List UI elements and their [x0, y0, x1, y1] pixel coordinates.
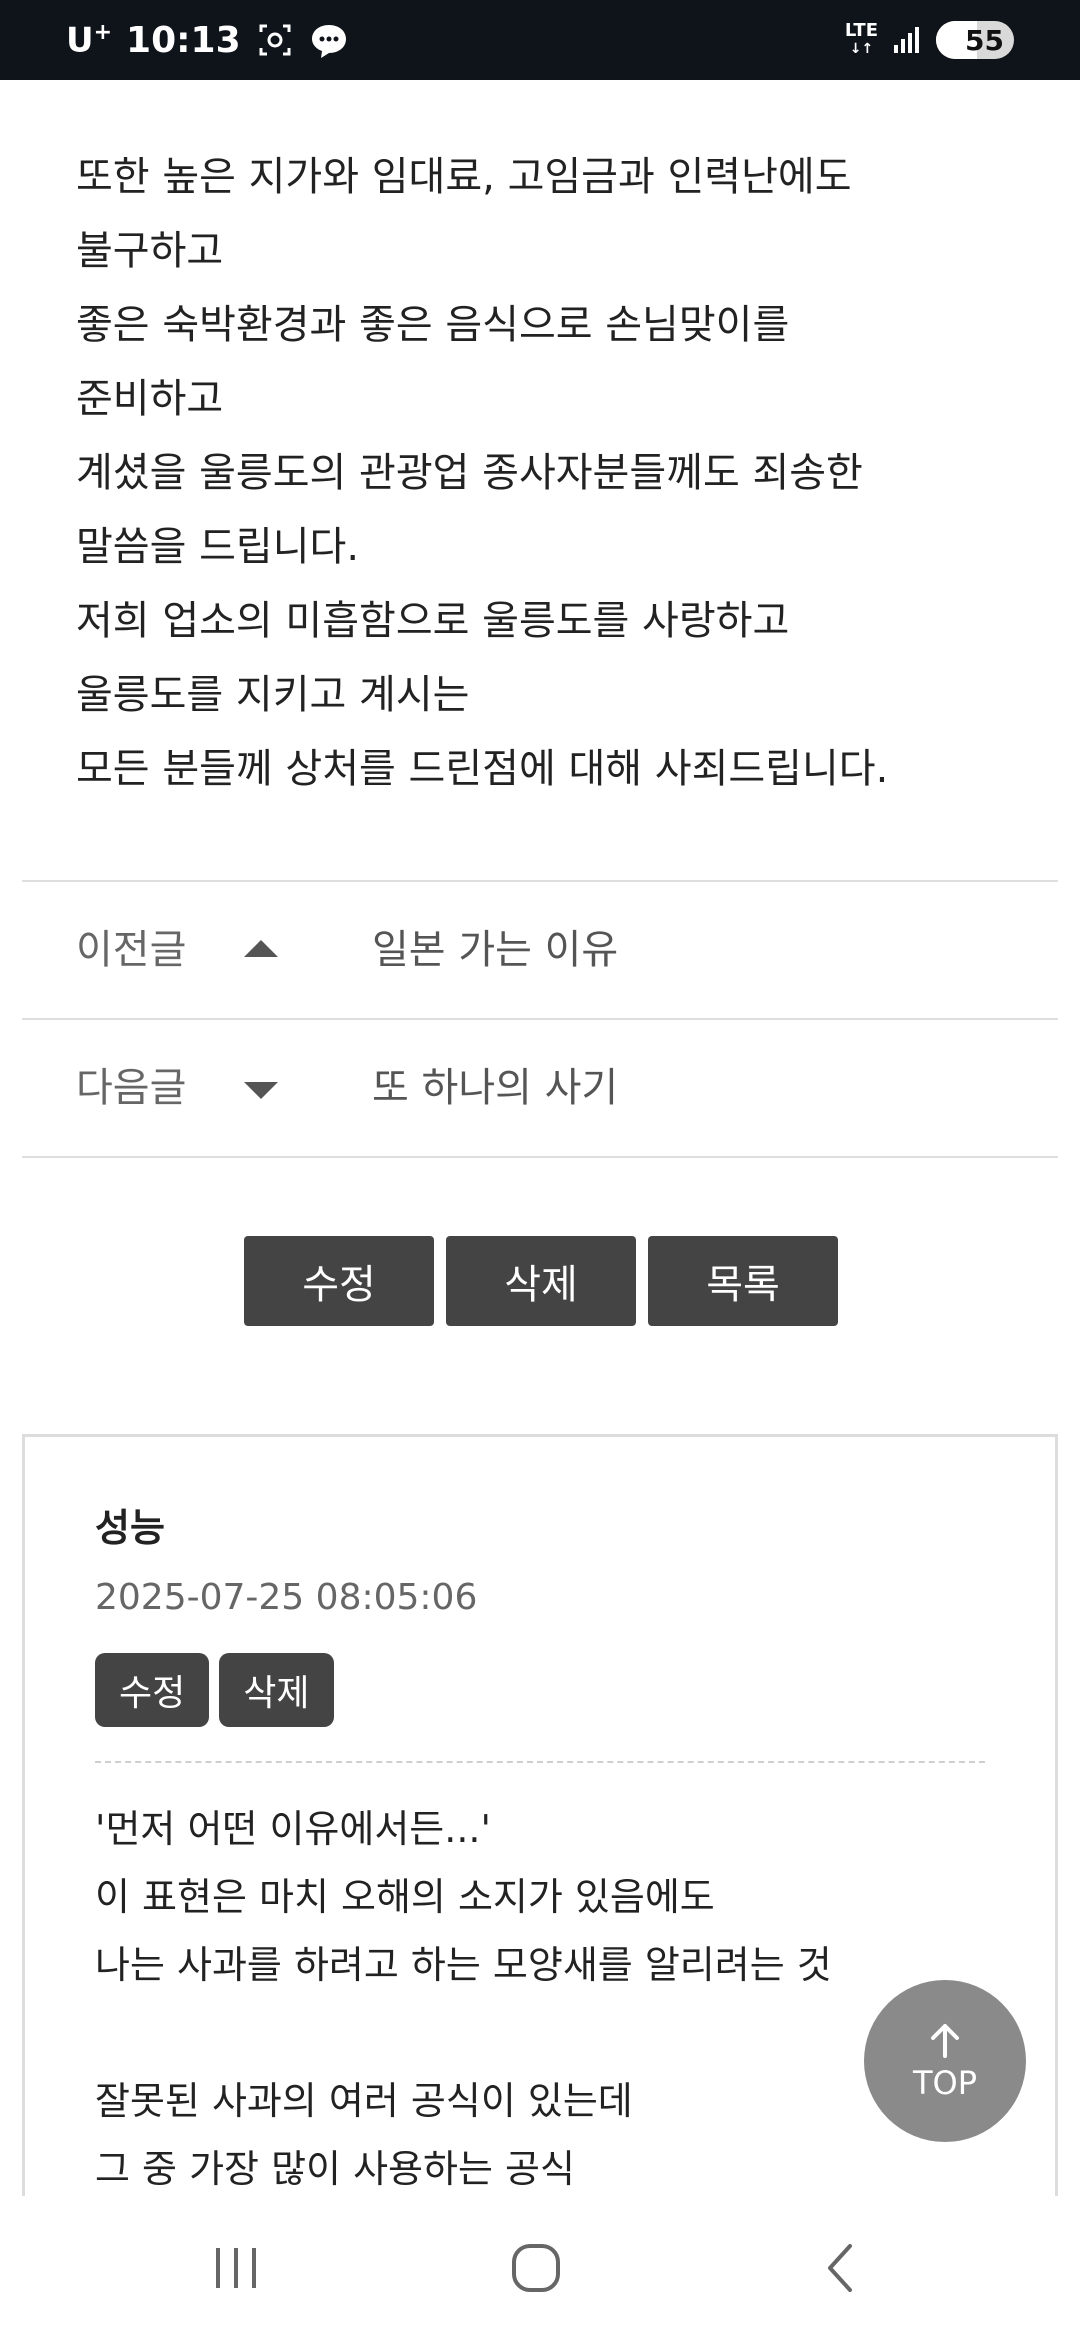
clock: 10:13 — [126, 19, 241, 61]
caret-down-icon — [244, 1082, 278, 1099]
comment-line: 이 표현은 마치 오해의 소지가 있음에도 — [95, 1875, 715, 1919]
caret-up-icon — [244, 940, 278, 957]
comment-divider — [95, 1761, 985, 1763]
arrow-up-icon — [931, 2024, 959, 2058]
screenshot-icon — [259, 24, 291, 56]
article-line: 모든 분들께 상처를 드린점에 대해 사죄드립니다. — [76, 746, 889, 792]
prev-post-title[interactable]: 일본 가는 이유 — [372, 882, 618, 1018]
article-line: 계셨을 울릉도의 관광업 종사자분들께도 죄송한 — [76, 450, 863, 496]
next-post-label: 다음글 — [76, 1065, 187, 1111]
article-line: 저희 업소의 미흡함으로 울릉도를 사랑하고 — [76, 598, 790, 644]
next-post-title[interactable]: 또 하나의 사기 — [372, 1020, 618, 1156]
signal-icon — [894, 27, 919, 53]
comment-author: 성능 — [95, 1506, 165, 1550]
article-line: 좋은 숙박환경과 좋은 음식으로 손님맞이를 — [76, 302, 790, 348]
scroll-top-button[interactable]: TOP — [864, 1980, 1026, 2142]
comment-card: 성능 2025-07-25 08:05:06 수정 삭제 '먼저 어떤 이유에서… — [22, 1434, 1058, 2254]
delete-post-button[interactable]: 삭제 — [446, 1236, 636, 1326]
post-navigation: 이전글 일본 가는 이유 다음글 또 하나의 사기 — [22, 880, 1058, 1158]
comment-date: 2025-07-25 08:05:06 — [95, 1577, 478, 1618]
carrier-label: U+ — [66, 19, 113, 61]
comment-body: '먼저 어떤 이유에서든...' 이 표현은 마치 오해의 소지가 있음에도 나… — [95, 1795, 975, 2203]
article-line: 불구하고 — [76, 228, 224, 274]
lte-indicator: LTE ↓↑ — [844, 20, 878, 58]
back-icon[interactable] — [812, 2238, 872, 2298]
list-button[interactable]: 목록 — [648, 1236, 838, 1326]
next-post-link[interactable]: 다음글 또 하나의 사기 — [22, 1020, 1058, 1158]
home-icon[interactable] — [506, 2238, 566, 2298]
delete-comment-button[interactable]: 삭제 — [219, 1653, 334, 1727]
comment-line: 그 중 가장 많이 사용하는 공식 — [95, 2147, 575, 2191]
prev-post-link[interactable]: 이전글 일본 가는 이유 — [22, 882, 1058, 1020]
scroll-top-label: TOP — [912, 2064, 978, 2102]
article-body: 또한 높은 지가와 임대료, 고임금과 인력난에도 불구하고 좋은 숙박환경과 … — [76, 140, 1016, 806]
edit-comment-button[interactable]: 수정 — [95, 1653, 210, 1727]
article-line: 준비하고 — [76, 376, 224, 422]
article-line: 울릉도를 지키고 계시는 — [76, 672, 470, 718]
comment-line: 나는 사과를 하려고 하는 모양새를 알리려는 것 — [95, 1943, 832, 1987]
battery-indicator: 55 — [936, 21, 1014, 59]
chat-icon — [311, 25, 346, 58]
article-line: 말씀을 드립니다. — [76, 524, 360, 570]
comment-line: 잘못된 사과의 여러 공식이 있는데 — [95, 2079, 633, 2123]
comment-line — [95, 1999, 975, 2067]
article-line: 또한 높은 지가와 임대료, 고임금과 인력난에도 — [76, 154, 852, 200]
recent-apps-icon[interactable] — [206, 2238, 266, 2298]
comment-line: '먼저 어떤 이유에서든...' — [95, 1807, 491, 1851]
system-nav-bar — [0, 2196, 1080, 2340]
edit-post-button[interactable]: 수정 — [244, 1236, 434, 1326]
status-bar: U+ 10:13 LTE ↓↑ 55 — [0, 0, 1080, 80]
prev-post-label: 이전글 — [76, 927, 187, 973]
post-actions: 수정 삭제 목록 — [244, 1236, 838, 1326]
